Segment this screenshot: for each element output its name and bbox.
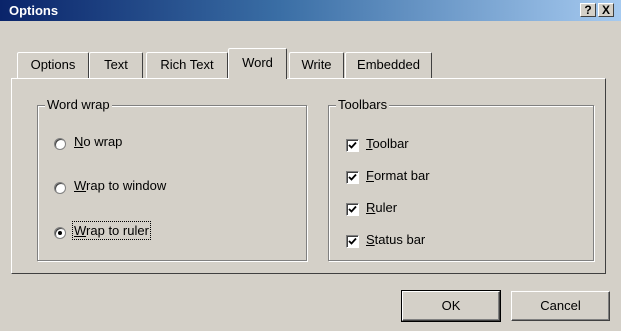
format-bar-checkbox[interactable] (346, 171, 359, 184)
toolbar-label[interactable]: Toolbar (366, 136, 409, 151)
options-dialog: Options ? X Options Text Rich Text Word … (0, 0, 621, 331)
no-wrap-radio[interactable] (54, 138, 66, 150)
word-wrap-group-label: Word wrap (45, 97, 112, 112)
tab-panel-word: Word wrap No wrap Wrap to window Wrap to… (11, 78, 606, 274)
toolbar-checkbox[interactable] (346, 139, 359, 152)
toolbars-group-label: Toolbars (336, 97, 390, 112)
help-button[interactable]: ? (580, 3, 596, 17)
radio-selected-dot (58, 231, 62, 235)
status-bar-label[interactable]: Status bar (366, 232, 425, 247)
window-title: Options (9, 3, 59, 18)
cancel-button[interactable]: Cancel (511, 291, 610, 321)
wrap-to-ruler-label[interactable]: Wrap to ruler (72, 221, 151, 240)
ok-button[interactable]: OK (401, 290, 501, 322)
no-wrap-label[interactable]: No wrap (74, 134, 122, 149)
ruler-checkbox[interactable] (346, 203, 359, 216)
word-wrap-group: Word wrap No wrap Wrap to window Wrap to… (37, 97, 307, 261)
close-button[interactable]: X (598, 3, 614, 17)
checkmark-icon (348, 237, 357, 245)
tab-write[interactable]: Write (289, 52, 344, 78)
wrap-to-ruler-radio[interactable] (54, 227, 66, 239)
tab-word[interactable]: Word (228, 48, 287, 79)
wrap-to-window-label[interactable]: Wrap to window (74, 178, 166, 193)
wrap-to-window-radio[interactable] (54, 182, 66, 194)
tab-text[interactable]: Text (89, 52, 143, 78)
checkmark-icon (348, 205, 357, 213)
toolbars-group: Toolbars Toolbar Format bar Ruler Status… (328, 97, 594, 261)
title-bar[interactable]: Options ? X (0, 0, 621, 21)
ruler-label[interactable]: Ruler (366, 200, 397, 215)
status-bar-checkbox[interactable] (346, 235, 359, 248)
format-bar-label[interactable]: Format bar (366, 168, 430, 183)
checkmark-icon (348, 173, 357, 181)
checkmark-icon (348, 141, 357, 149)
tab-rich-text[interactable]: Rich Text (146, 52, 228, 78)
tab-options[interactable]: Options (17, 52, 89, 78)
tab-embedded[interactable]: Embedded (345, 52, 432, 78)
